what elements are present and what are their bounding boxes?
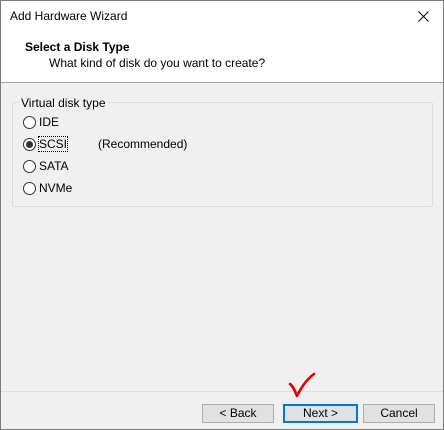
- wizard-window: Add Hardware Wizard Select a Disk Type W…: [0, 0, 444, 430]
- title-bar: Add Hardware Wizard: [1, 1, 443, 32]
- radio-button-nvme[interactable]: [23, 181, 36, 195]
- radio-label-nvme: NVMe: [39, 181, 73, 195]
- page-title: Select a Disk Type: [25, 40, 130, 54]
- close-icon: [417, 11, 429, 22]
- back-button[interactable]: < Back: [202, 404, 274, 423]
- wizard-footer: < Back Next > Cancel: [1, 391, 443, 430]
- radio-option-nvme[interactable]: NVMe: [23, 180, 72, 196]
- page-subtitle: What kind of disk do you want to create?: [49, 56, 266, 70]
- radio-label-scsi: SCSI: [37, 136, 69, 152]
- radio-label-ide: IDE: [39, 115, 60, 129]
- radio-option-ide[interactable]: IDE: [23, 114, 59, 130]
- radio-button-scsi[interactable]: [23, 137, 36, 151]
- group-legend: Virtual disk type: [19, 96, 108, 110]
- radio-button-ide[interactable]: [23, 115, 36, 129]
- cancel-button[interactable]: Cancel: [363, 404, 435, 423]
- radio-option-sata[interactable]: SATA: [23, 158, 69, 174]
- disk-type-group: Virtual disk type IDE SCSI (Recommended)…: [12, 96, 433, 207]
- radio-button-sata[interactable]: [23, 159, 36, 173]
- recommended-note: (Recommended): [98, 137, 188, 151]
- close-button[interactable]: [403, 1, 443, 32]
- wizard-header: Select a Disk Type What kind of disk do …: [1, 32, 443, 83]
- next-button[interactable]: Next >: [283, 404, 358, 423]
- radio-option-scsi[interactable]: SCSI (Recommended): [23, 136, 187, 152]
- radio-label-sata: SATA: [39, 159, 69, 173]
- window-title: Add Hardware Wizard: [10, 9, 128, 23]
